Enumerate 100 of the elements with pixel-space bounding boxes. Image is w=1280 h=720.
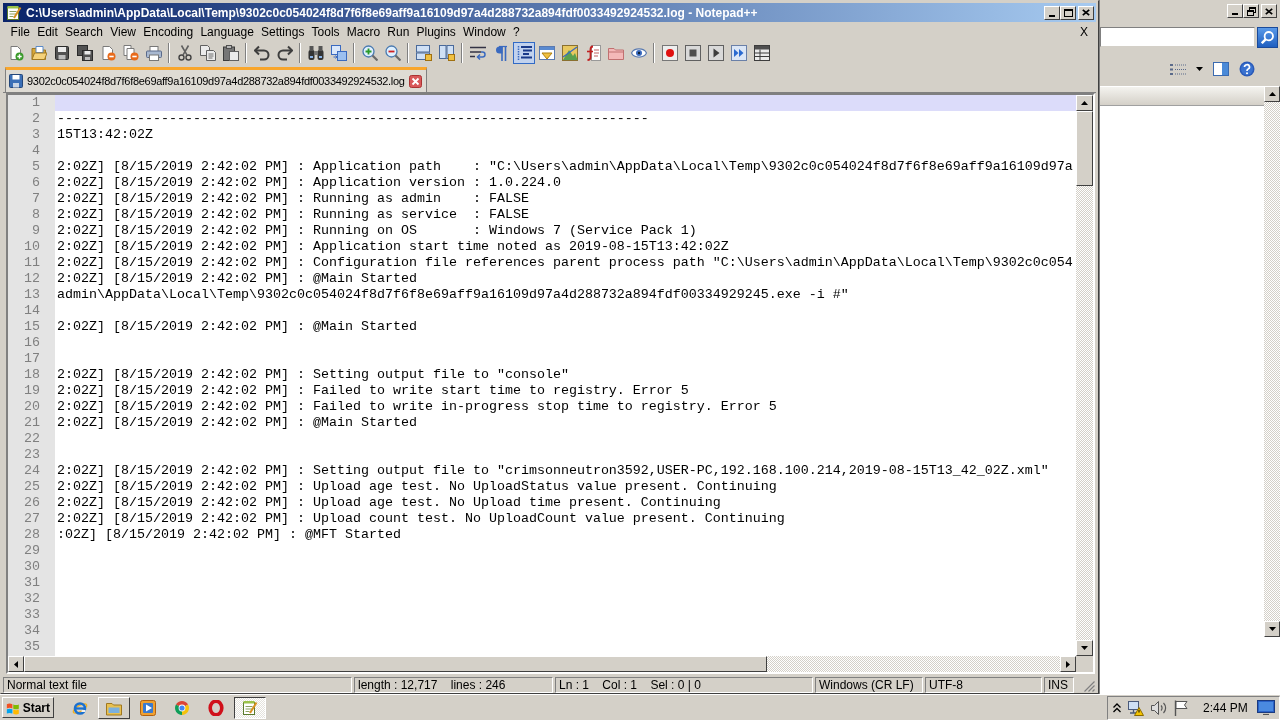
network-warning-icon[interactable] [1128,699,1144,716]
down-arrow-icon [1268,627,1276,631]
zoom-in-icon[interactable] [361,45,378,61]
code-line: 2:02Z] [8/15/2019 2:42:02 PM] : Configuration file references parent process path "C:\Users\admin\AppData\Local\Temp\9302c0c054 [57,255,1073,270]
show-desktop-icon[interactable] [1256,700,1275,715]
search-field[interactable] [1100,27,1255,47]
left-arrow-icon [14,660,18,668]
line-number: 20 [24,399,40,414]
scroll-right-button[interactable] [1060,656,1076,672]
close-all-files-icon[interactable] [122,45,139,61]
close-button[interactable] [1261,4,1277,18]
notepad-icon [6,4,22,21]
line-number: 30 [24,559,40,574]
search-button[interactable] [1257,26,1278,48]
caret-down-icon[interactable] [1196,67,1203,71]
code-line: 2:02Z] [8/15/2019 2:42:02 PM] : Upload age test. No UploadStatus value present. Continuing [57,479,777,494]
line-ending-label: Windows (CR LF) [815,677,923,693]
line-number: 33 [24,607,40,622]
window-icon[interactable] [538,45,555,61]
menu-item[interactable]: Edit [33,24,62,39]
code-line: 2:02Z] [8/15/2019 2:42:02 PM] : Application version : 1.0.224.0 [57,175,561,190]
binoculars-icon[interactable] [307,45,324,61]
record-icon[interactable] [661,45,678,61]
menu-item[interactable]: Run [383,24,413,39]
vertical-scrollbar[interactable] [1076,95,1093,656]
line-number: 7 [32,191,40,206]
line-number: 3 [32,127,40,142]
speaker-icon[interactable] [1151,700,1167,715]
menu-item[interactable]: Macro [343,24,384,39]
close-document-button[interactable]: X [1080,24,1088,39]
taskbar-button[interactable] [234,696,266,719]
sync-vertical-icon[interactable] [415,45,432,61]
maximize-button[interactable] [1060,5,1076,20]
horizontal-scrollbar[interactable] [8,656,1076,672]
menu-item[interactable]: Window [459,24,510,39]
text-editor[interactable] [55,95,1076,656]
close-file-icon[interactable] [99,45,116,61]
menu-item[interactable]: File [7,24,34,39]
menu-item[interactable]: Language [196,24,258,39]
close-button[interactable] [1078,5,1094,20]
flag-icon[interactable] [1174,699,1188,716]
file-tab[interactable]: 9302c0c054024f8d7f6f8e69aff9a16109d97a4d288732a894fdf0033492924532.log [5,67,427,92]
minimize-button[interactable] [1044,5,1060,20]
line-number: 9 [32,223,40,238]
minimize-icon [1049,14,1055,17]
menu-item[interactable]: ? [509,24,524,39]
document-length-label: length : 12,717 lines : 246 [354,677,553,693]
function-list-icon[interactable] [584,45,601,61]
scrollbar-thumb[interactable] [24,656,767,672]
line-number: 16 [24,335,40,350]
code-line: 2:02Z] [8/15/2019 2:42:02 PM] : Setting output file to "console" [57,367,569,382]
chevron-up-icon[interactable] [1113,702,1121,713]
line-number: 34 [24,623,40,638]
cursor-position-label: Ln : 1 Col : 1 Sel : 0 | 0 [555,677,813,693]
menu-item[interactable]: Search [61,24,107,39]
scroll-down-button[interactable] [1264,621,1280,637]
fast-forward-icon[interactable] [730,45,747,61]
close-icon[interactable] [408,74,422,88]
open-folder-icon[interactable] [30,45,47,61]
word-wrap-icon[interactable] [469,45,486,61]
preview-pane-icon[interactable] [1213,62,1229,76]
help-icon[interactable] [1239,61,1255,77]
down-arrow-icon [1081,646,1088,650]
printer-icon[interactable] [145,45,162,61]
menu-item[interactable]: Encoding [139,24,197,39]
line-number: 27 [24,511,40,526]
encoding-label: UTF-8 [925,677,1042,693]
line-number: 35 [24,639,40,654]
indent-guide-icon[interactable] [512,42,535,64]
scrollbar-thumb[interactable] [1076,111,1093,186]
oval-ring-icon [208,699,224,716]
scroll-up-button[interactable] [1076,95,1093,111]
line-number: 4 [32,143,40,158]
file-type-label: Normal text file [3,677,352,693]
resize-grip-icon[interactable] [1084,681,1095,692]
menu-item[interactable]: Settings [257,24,308,39]
scroll-down-button[interactable] [1076,640,1093,656]
code-line: 2:02Z] [8/15/2019 2:42:02 PM] : Application start time noted as 2019-08-15T13:42:02Z [57,239,729,254]
zoom-out-icon[interactable] [384,45,401,61]
restore-button[interactable] [1243,4,1259,18]
menu-item[interactable]: Plugins [412,24,460,39]
line-number: 1 [32,95,40,110]
line-number: 12 [24,271,40,286]
line-number: 29 [24,543,40,558]
scroll-up-button[interactable] [1264,86,1280,102]
minimize-button[interactable] [1227,4,1243,18]
replace-icon[interactable] [330,45,347,61]
new-file-icon[interactable] [7,45,24,61]
close-icon [1265,7,1273,15]
vertical-scrollbar[interactable] [1264,86,1280,637]
eye-icon[interactable] [630,45,647,61]
sync-horizontal-icon[interactable] [438,45,455,61]
menu-item[interactable]: View [106,24,140,39]
line-number: 19 [24,383,40,398]
right-arrow-icon [1066,660,1070,668]
start-button[interactable]: Start [2,697,54,718]
map-icon[interactable] [561,45,578,61]
menu-item[interactable]: Tools [307,24,344,39]
view-list-icon[interactable] [1170,62,1186,76]
scroll-left-button[interactable] [8,656,24,672]
